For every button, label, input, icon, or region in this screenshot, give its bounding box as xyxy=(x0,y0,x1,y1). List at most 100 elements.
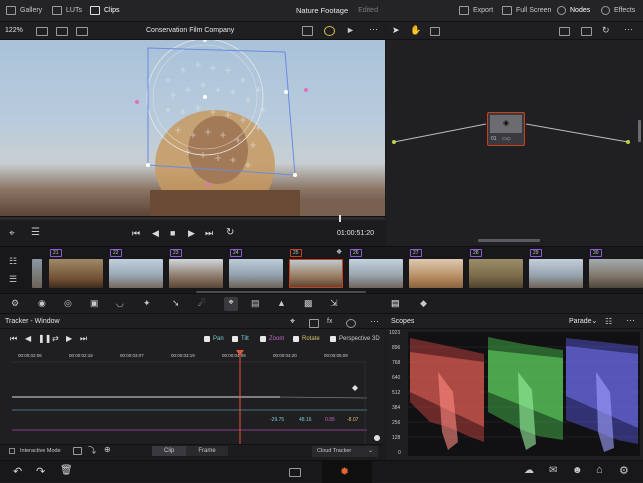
home-icon[interactable]: ⌂ xyxy=(596,464,603,476)
loop-icon[interactable]: ↻ xyxy=(226,227,234,238)
clip-thumbnail[interactable] xyxy=(469,259,523,288)
node-grid-icon[interactable] xyxy=(581,27,592,36)
settings-gear-icon[interactable]: ⚙ xyxy=(619,464,629,477)
clip-thumbnail-selected[interactable] xyxy=(289,259,343,288)
pointer-icon[interactable]: ➤ xyxy=(392,25,400,36)
gallery-tab[interactable]: Gallery xyxy=(6,6,42,15)
color-node[interactable]: ◉ 01 ▭◇ xyxy=(487,112,525,146)
key-icon[interactable]: ▩ xyxy=(304,298,313,309)
tracker-mode-icon[interactable] xyxy=(309,319,319,328)
luts-tab[interactable]: LUTs xyxy=(52,6,82,15)
track-reverse-icon[interactable]: ◀ xyxy=(25,334,31,343)
track-forward-end-icon[interactable]: ⏭ xyxy=(80,334,87,344)
sliders-icon[interactable]: ☰ xyxy=(9,274,17,285)
tracker-type-dropdown[interactable]: Cloud Tracker ⌄ xyxy=(312,446,378,457)
window-top-handle[interactable] xyxy=(203,40,207,42)
rotate-checkbox[interactable]: Rotate xyxy=(293,336,320,342)
redo-icon[interactable]: ↷ xyxy=(36,465,45,478)
trash-icon[interactable]: 🗑 xyxy=(60,465,73,476)
hd-icon[interactable] xyxy=(302,26,313,36)
window-corner-handle[interactable] xyxy=(293,173,297,177)
collaboration-icon[interactable]: ☻ xyxy=(572,465,583,476)
stop-icon[interactable]: ■ xyxy=(170,228,175,238)
window-center-handle[interactable] xyxy=(203,95,207,99)
clip-thumbnail[interactable] xyxy=(169,259,223,288)
clip-thumbnail[interactable] xyxy=(529,259,583,288)
clips-tab[interactable]: Clips xyxy=(90,6,120,15)
layers-icon[interactable]: ☰ xyxy=(31,227,40,238)
zoom-level[interactable]: 122% xyxy=(5,27,23,34)
sizing-icon[interactable]: ⇲ xyxy=(330,298,338,309)
scope-settings-icon[interactable]: ☷ xyxy=(605,317,612,326)
interactive-mode-checkbox[interactable] xyxy=(9,448,15,454)
color-page-tab[interactable]: ✹ xyxy=(322,461,372,483)
tracker-target-icon[interactable]: ⌖ xyxy=(290,316,295,327)
track-pause-icon[interactable]: ❚❚ xyxy=(38,334,51,343)
play-icon[interactable]: ▶ xyxy=(188,228,195,239)
node-scrollbar[interactable] xyxy=(478,239,540,242)
viewer-image[interactable] xyxy=(0,40,385,216)
clip-thumbnail[interactable] xyxy=(409,259,463,288)
nodes-button[interactable]: Nodes xyxy=(557,6,590,15)
grid-view-icon[interactable] xyxy=(76,27,88,36)
window-left-softness-handle[interactable] xyxy=(135,100,139,104)
chat-icon[interactable]: ✉ xyxy=(549,465,557,476)
window-right-softness-handle[interactable] xyxy=(304,88,308,92)
effects-button[interactable]: Effects xyxy=(601,6,635,15)
input-port[interactable] xyxy=(392,140,396,144)
clip-thumbnail[interactable] xyxy=(49,259,103,288)
color-match-icon[interactable]: ◉ xyxy=(38,298,46,309)
clip-tab[interactable]: Clip xyxy=(152,446,187,456)
delete-point-icon[interactable]: ⤵ xyxy=(88,445,96,456)
keyframe-icon[interactable] xyxy=(352,385,358,391)
clip-thumbnail[interactable] xyxy=(109,259,163,288)
rgb-mixer-icon[interactable]: ◡ xyxy=(116,298,124,309)
tracker-more-icon[interactable]: ⋯ xyxy=(370,316,379,327)
color-wheels-icon[interactable]: ◎ xyxy=(64,298,72,309)
track-both-icon[interactable]: ⇄ xyxy=(52,334,59,343)
clip-strip-scrollbar[interactable] xyxy=(196,291,366,293)
split-view-icon[interactable] xyxy=(56,27,68,36)
export-button[interactable]: Export xyxy=(459,6,493,15)
reset-icon[interactable]: ↻ xyxy=(602,25,610,36)
graph-vertical-handle[interactable] xyxy=(374,435,380,441)
perspective-checkbox[interactable]: Perspective 3D xyxy=(330,336,380,342)
track-reverse-start-icon[interactable]: ⏮ xyxy=(10,334,17,344)
pan-checkbox[interactable]: Pan xyxy=(204,336,224,342)
window-bottom-softness-handle[interactable] xyxy=(206,183,210,187)
clip-thumbnail[interactable] xyxy=(349,259,403,288)
frame-tab[interactable]: Frame xyxy=(186,446,228,456)
node-side-scroll[interactable] xyxy=(638,120,641,142)
scopes-icon[interactable]: ▤ xyxy=(391,298,400,309)
info-icon[interactable]: ◆ xyxy=(420,298,427,309)
cloud-icon[interactable]: ☁ xyxy=(524,465,534,476)
scope-mode-dropdown[interactable]: Parade xyxy=(569,318,592,325)
cut-page-icon[interactable] xyxy=(289,468,301,477)
step-back-icon[interactable]: ◀ xyxy=(152,228,159,239)
target-icon[interactable]: ⌖ xyxy=(9,228,15,239)
magic-mask-icon[interactable]: ▤ xyxy=(251,298,260,309)
fullscreen-button[interactable]: Full Screen xyxy=(502,6,551,15)
zoom-checkbox[interactable]: Zoom xyxy=(260,336,284,342)
chevron-down-icon[interactable]: ⌄ xyxy=(591,316,598,325)
go-to-start-icon[interactable]: ⏮ xyxy=(132,228,140,239)
tracker-reset-icon[interactable] xyxy=(346,319,356,328)
hdr-icon[interactable]: ▣ xyxy=(90,298,99,309)
hand-icon[interactable]: ✋ xyxy=(410,25,421,36)
viewer-mode-icon[interactable] xyxy=(36,27,48,36)
timeline-icon[interactable]: ☷ xyxy=(9,256,17,267)
go-to-end-icon[interactable]: ⏭ xyxy=(205,228,213,239)
scrubber-handle[interactable] xyxy=(339,215,341,222)
clip-thumbnail[interactable] xyxy=(32,259,42,288)
track-forward-icon[interactable]: ▶ xyxy=(66,334,72,343)
playhead-handle[interactable] xyxy=(236,350,244,356)
output-port[interactable] xyxy=(626,140,630,144)
window-corner-handle[interactable] xyxy=(146,163,150,167)
node-view-icon[interactable] xyxy=(559,27,570,36)
tracker-icon[interactable]: ⌖ xyxy=(224,297,238,311)
blur-icon[interactable]: ▲ xyxy=(277,298,286,308)
fx-icon[interactable]: fx xyxy=(327,318,332,325)
node-link-icon[interactable] xyxy=(430,27,440,36)
motion-effects-icon[interactable]: ✦ xyxy=(143,298,151,309)
volume-icon[interactable]: ► xyxy=(346,25,355,35)
